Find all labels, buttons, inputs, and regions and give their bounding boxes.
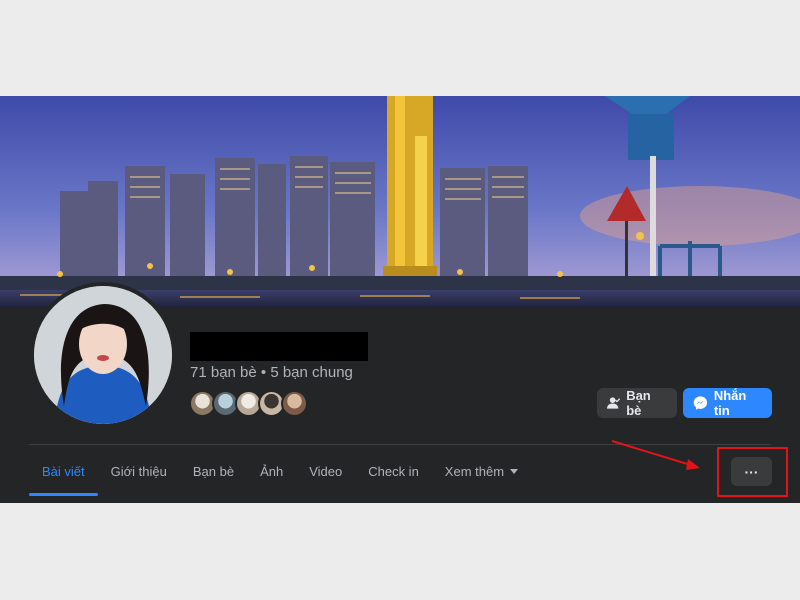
cover-photo[interactable] [0,96,800,308]
profile-header: 71 bạn bè • 5 bạn chung Bạn bè Nhắn tin … [0,96,800,503]
message-button[interactable]: Nhắn tin [683,388,772,418]
mutual-friends-avatars[interactable] [189,390,308,417]
tab-about[interactable]: Giới thiệu [98,446,180,496]
tab-photos[interactable]: Ảnh [247,446,296,496]
mutual-friend-avatar[interactable] [281,390,308,417]
tab-label: Bài viết [42,463,85,479]
tab-label: Giới thiệu [110,463,167,479]
profile-avatar-frame[interactable] [30,282,176,428]
messenger-icon [693,396,708,410]
friends-button[interactable]: Bạn bè [597,388,677,418]
tab-more[interactable]: Xem thêm [432,446,531,496]
more-options-button[interactable]: ··· [731,457,772,486]
message-button-label: Nhắn tin [713,388,747,418]
friends-button-label: Bạn bè [626,388,651,418]
friend-count[interactable]: 71 bạn bè • 5 bạn chung [190,364,353,381]
tab-label: Xem thêm [444,463,505,479]
tab-label: Bạn bè [192,463,235,479]
caret-down-icon [510,468,519,474]
tab-label: Check in [368,463,419,479]
tab-label: Ảnh [260,463,284,479]
person-check-icon [607,397,621,409]
header-divider [29,444,771,445]
tab-posts[interactable]: Bài viết [29,446,98,496]
avatar[interactable] [34,286,172,424]
tab-video[interactable]: Video [296,446,355,496]
page-background-top [0,0,800,96]
ellipsis-icon: ··· [744,463,759,480]
tab-check-in[interactable]: Check in [355,446,432,496]
profile-name-redacted [190,332,368,361]
tab-friends[interactable]: Bạn bè [180,446,247,496]
page-background-bottom [0,503,800,600]
tab-label: Video [309,463,343,479]
profile-tabs: Bài viết Giới thiệu Bạn bè Ảnh Video Che… [29,446,531,496]
